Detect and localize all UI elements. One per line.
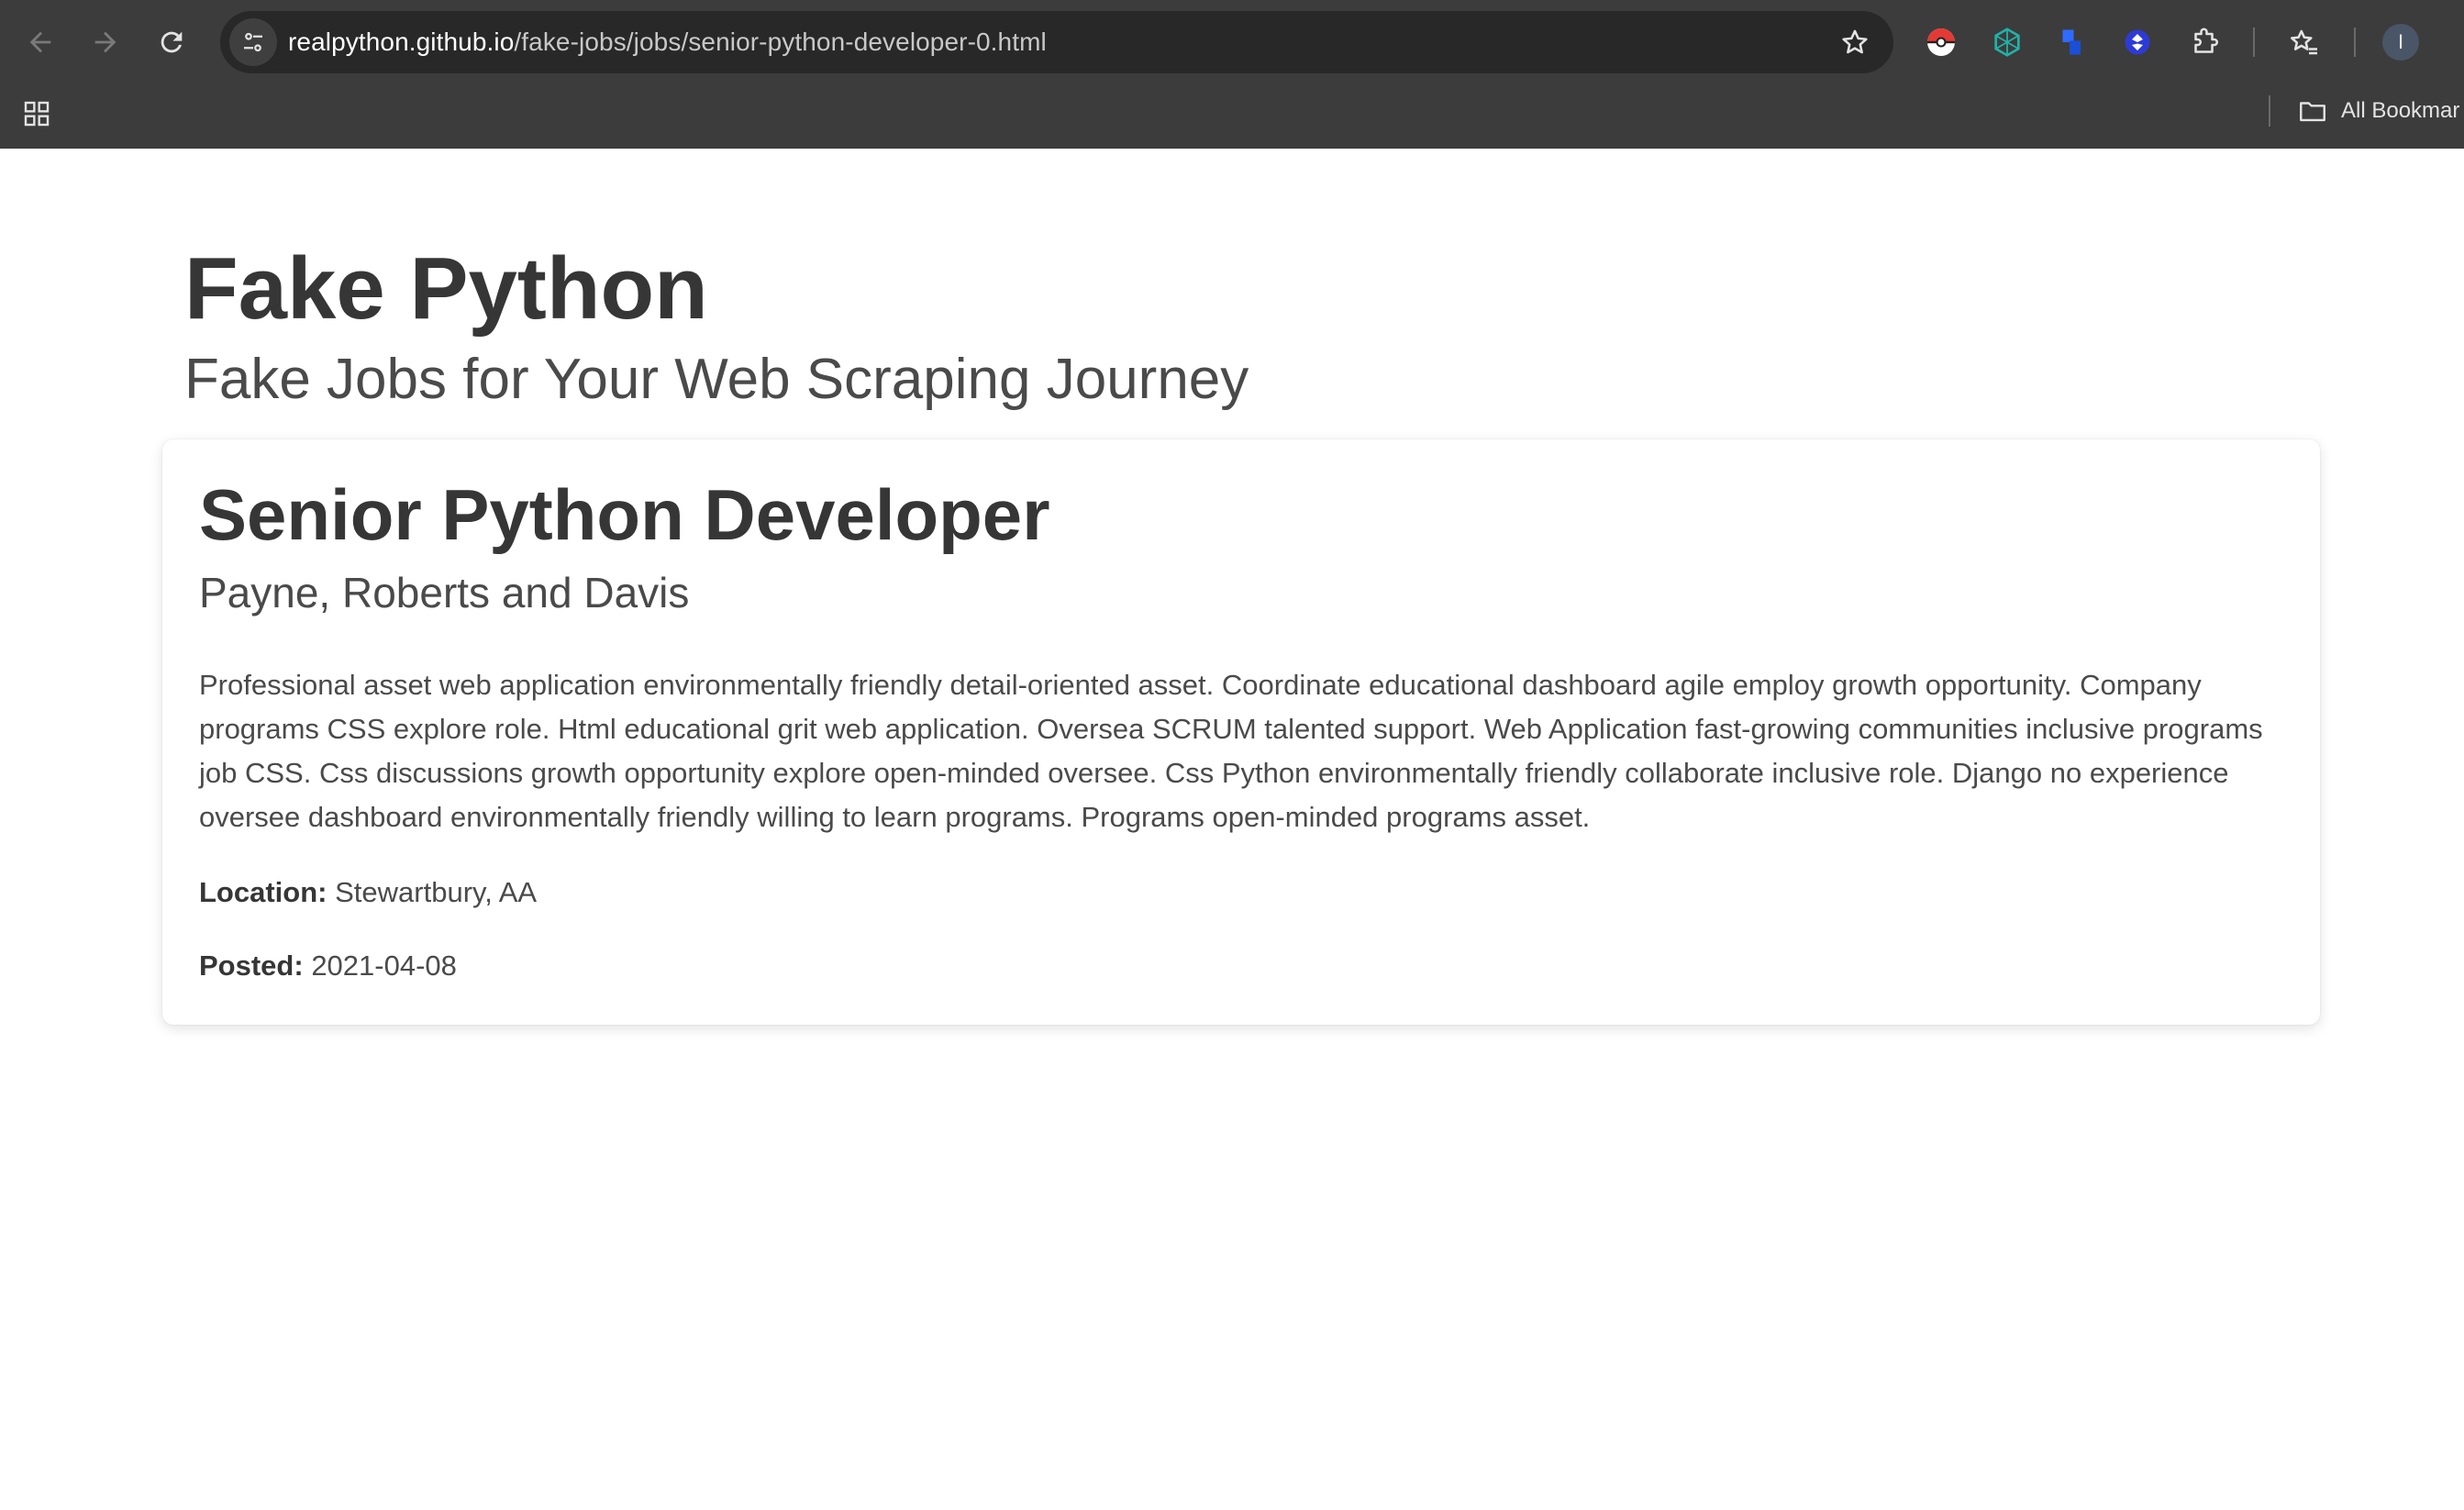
pokeball-icon	[1927, 28, 1955, 56]
page-content: Fake Python Fake Jobs for Your Web Scrap…	[0, 149, 2464, 1510]
apps-grid-icon	[24, 101, 50, 127]
posted-date: 2021-04-08	[311, 949, 457, 982]
hexagon-network-icon	[1994, 28, 2020, 57]
site-title: Fake Python	[184, 239, 708, 338]
extensions-button[interactable]	[2183, 20, 2227, 64]
blue-blocks-icon	[2062, 29, 2081, 55]
back-button[interactable]	[17, 18, 64, 66]
address-bar[interactable]: realpython.github.io/fake-jobs/jobs/seni…	[220, 11, 1893, 73]
bookmarks-bar: All Bookmar	[0, 84, 2464, 149]
forward-button[interactable]	[82, 18, 129, 66]
all-bookmarks-button[interactable]: All Bookmar	[2297, 90, 2459, 132]
profile-avatar[interactable]: I	[2382, 24, 2419, 61]
folder-icon	[2300, 102, 2325, 122]
tune-icon	[244, 32, 262, 52]
company-name: Payne, Roberts and Davis	[199, 569, 690, 616]
url-path: /fake-jobs/jobs/senior-python-developer-…	[514, 28, 1047, 56]
star-list-icon	[2290, 29, 2317, 55]
site-subtitle: Fake Jobs for Your Web Scraping Journey	[184, 348, 1249, 411]
extension-diamond[interactable]	[2115, 20, 2159, 64]
job-title: Senior Python Developer	[199, 474, 1050, 555]
bookmark-page-button[interactable]	[1835, 22, 1875, 62]
toolbar-divider	[2253, 28, 2255, 57]
browser-toolbar: realpython.github.io/fake-jobs/jobs/seni…	[0, 0, 2464, 84]
extension-pokeball[interactable]	[1919, 20, 1963, 64]
site-info-button[interactable]	[229, 18, 277, 66]
url-host: realpython.github.io	[288, 28, 515, 56]
puzzle-icon	[2194, 28, 2218, 53]
reload-button[interactable]	[148, 18, 195, 66]
blue-diamond-icon	[2125, 29, 2150, 55]
reading-list-button[interactable]	[2281, 20, 2325, 64]
browser-chrome: realpython.github.io/fake-jobs/jobs/seni…	[0, 0, 2464, 149]
bookmarks-divider	[2269, 95, 2270, 127]
location-label: Location:	[199, 876, 327, 908]
extension-hexagon[interactable]	[1985, 20, 2029, 64]
apps-button[interactable]	[18, 95, 55, 132]
location-value: Stewartbury, AA	[335, 876, 538, 908]
star-outline-icon	[1842, 29, 1868, 54]
toolbar-divider	[2354, 28, 2356, 57]
reload-icon	[161, 31, 183, 53]
job-card: Senior Python Developer Payne, Roberts a…	[162, 439, 2320, 1025]
posted-label: Posted:	[199, 949, 304, 982]
extension-blocks[interactable]	[2050, 20, 2094, 64]
url-text[interactable]: realpython.github.io/fake-jobs/jobs/seni…	[288, 11, 1047, 73]
forward-arrow-icon	[94, 31, 117, 53]
back-arrow-icon	[29, 31, 51, 53]
job-location: Location: Stewartbury, AA	[199, 871, 537, 915]
all-bookmarks-label: All Bookmar	[2341, 98, 2460, 123]
job-posted: Posted: 2021-04-08	[199, 944, 457, 988]
job-description: Professional asset web application envir…	[199, 669, 2263, 833]
